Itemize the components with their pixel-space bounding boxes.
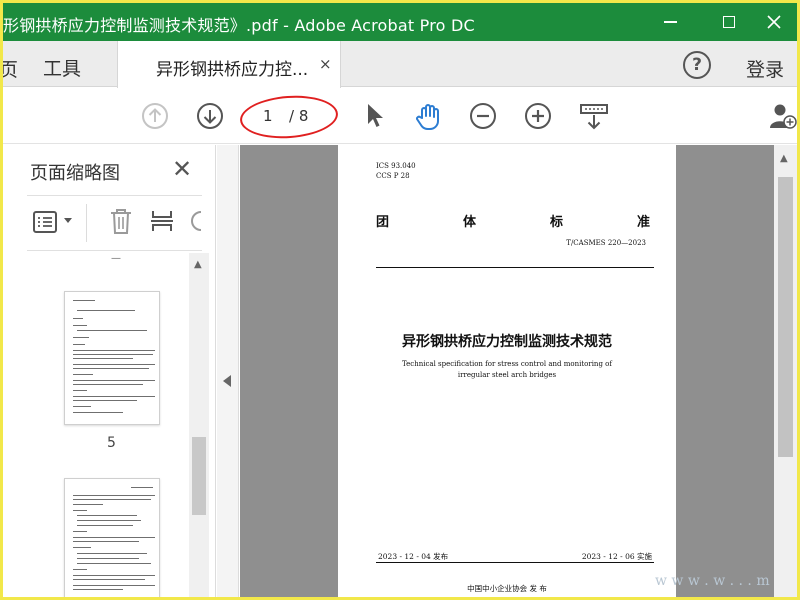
toolbar-divider bbox=[86, 204, 87, 242]
page-scroll-icon[interactable] bbox=[579, 102, 609, 132]
standard-char: 准 bbox=[636, 215, 650, 230]
share-user-icon[interactable] bbox=[769, 102, 797, 130]
header-rule bbox=[376, 267, 654, 268]
thumbnail-options-icon[interactable] bbox=[33, 210, 59, 234]
prev-page-icon[interactable] bbox=[141, 102, 169, 130]
panel-close-icon[interactable]: ✕ bbox=[172, 155, 192, 183]
maximize-icon bbox=[723, 16, 735, 28]
previous-thumbnail-edge: — bbox=[111, 253, 121, 264]
implementation-date: 2023 - 12 - 06 实施 bbox=[581, 552, 652, 561]
thumbnail-page-label: 5 bbox=[107, 435, 116, 451]
minimize-button[interactable] bbox=[647, 3, 693, 41]
standard-code: T/CASMES 220—2023 bbox=[566, 239, 646, 247]
tab-home-partial[interactable]: 页 bbox=[3, 55, 18, 82]
document-title-en: Technical specification for stress contr… bbox=[402, 360, 612, 379]
document-scrollbar[interactable]: ▲ bbox=[774, 145, 797, 597]
rotate-icon[interactable] bbox=[187, 208, 203, 234]
close-window-button[interactable] bbox=[751, 3, 797, 41]
standard-char: 标 bbox=[549, 215, 563, 230]
tab-close-icon[interactable]: × bbox=[319, 55, 332, 73]
acrobat-window: 形钢拱桥应力控制监测技术规范》.pdf - Adobe Acrobat Pro … bbox=[3, 3, 797, 597]
help-icon[interactable]: ? bbox=[683, 51, 711, 79]
footer-rule bbox=[376, 562, 654, 563]
thumbnail-panel: 页面缩略图 ✕ — 5 ▲ bbox=[3, 145, 216, 597]
chevron-down-icon[interactable] bbox=[63, 217, 73, 225]
tab-tools[interactable]: 工具 bbox=[43, 54, 81, 81]
select-arrow-icon[interactable] bbox=[365, 102, 385, 130]
next-page-icon[interactable] bbox=[196, 102, 224, 130]
watermark-text: w w w . w . . . m bbox=[655, 573, 770, 589]
toolbar: 1 / 8 bbox=[3, 88, 797, 144]
standard-type-heading: 团 体 标 准 bbox=[376, 211, 650, 230]
delete-icon[interactable] bbox=[109, 207, 133, 235]
tab-bar: 页 工具 异形钢拱桥应力控... × ? 登录 bbox=[3, 41, 797, 88]
zoom-out-icon[interactable] bbox=[469, 102, 497, 130]
thumbnail-page-5[interactable] bbox=[64, 291, 160, 425]
hand-tool-icon[interactable] bbox=[413, 102, 443, 132]
tab-document-label: 异形钢拱桥应力控... bbox=[156, 60, 309, 80]
standard-char: 团 bbox=[376, 215, 390, 230]
red-highlight-oval bbox=[238, 92, 340, 142]
maximize-button[interactable] bbox=[706, 3, 752, 41]
close-icon bbox=[767, 15, 781, 29]
standard-char: 体 bbox=[462, 215, 476, 230]
title-bar: 形钢拱桥应力控制监测技术规范》.pdf - Adobe Acrobat Pro … bbox=[3, 3, 797, 41]
panel-toolbar bbox=[27, 195, 202, 251]
document-scroll-thumb[interactable] bbox=[778, 177, 793, 457]
pdf-page: ICS 93.040 CCS P 28 团 体 标 准 T/CASMES 220… bbox=[338, 145, 676, 597]
panel-collapse-strip[interactable] bbox=[217, 145, 239, 597]
scroll-up-icon[interactable]: ▲ bbox=[194, 259, 202, 270]
extract-pages-icon[interactable] bbox=[149, 207, 175, 235]
zoom-in-icon[interactable] bbox=[524, 102, 552, 130]
issue-date: 2023 - 12 - 04 发布 bbox=[378, 552, 449, 561]
tab-document[interactable]: 异形钢拱桥应力控... × bbox=[117, 41, 341, 88]
ccs-code: CCS P 28 bbox=[376, 172, 410, 180]
publisher: 中国中小企业协会 发 布 bbox=[467, 584, 547, 593]
minimize-icon bbox=[663, 21, 677, 23]
thumbnail-scroll-thumb[interactable] bbox=[192, 437, 206, 515]
login-button[interactable]: 登录 bbox=[746, 55, 784, 82]
document-title-cn: 异形钢拱桥应力控制监测技术规范 bbox=[402, 334, 612, 350]
window-title: 形钢拱桥应力控制监测技术规范》.pdf - Adobe Acrobat Pro … bbox=[3, 16, 475, 35]
panel-title: 页面缩略图 bbox=[30, 163, 120, 184]
document-viewer: ICS 93.040 CCS P 28 团 体 标 准 T/CASMES 220… bbox=[240, 145, 774, 597]
ics-code: ICS 93.040 bbox=[376, 162, 416, 170]
collapse-left-icon[interactable] bbox=[223, 375, 231, 387]
scroll-up-icon[interactable]: ▲ bbox=[780, 153, 788, 164]
thumbnail-page-6[interactable] bbox=[64, 478, 160, 597]
thumbnail-scrollbar[interactable]: ▲ bbox=[189, 253, 209, 597]
thumbnail-list: — 5 bbox=[27, 253, 188, 597]
